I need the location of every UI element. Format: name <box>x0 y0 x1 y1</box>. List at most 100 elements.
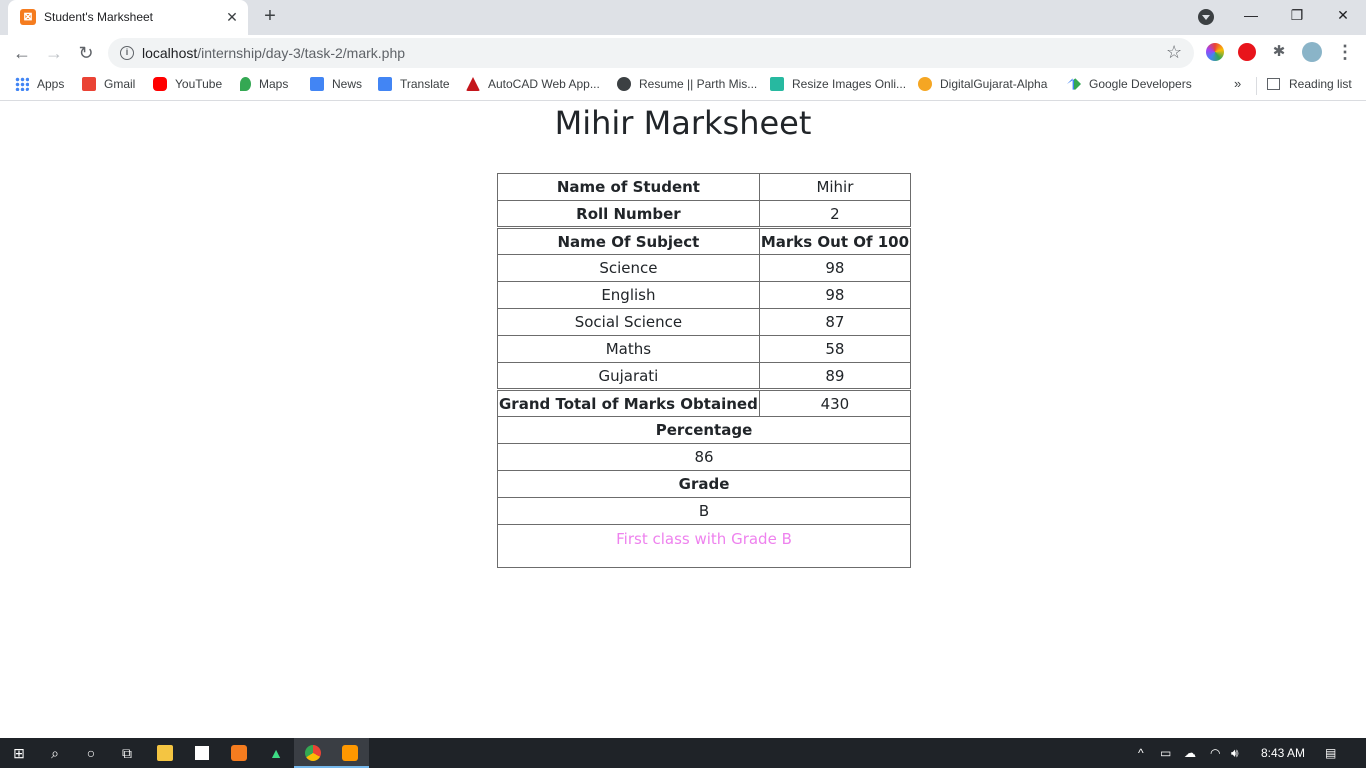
cortana-circle-icon: ○ <box>86 745 96 761</box>
volume-icon[interactable]: 🔊︎ <box>1231 745 1239 761</box>
bookmark-resume[interactable]: Resume || Parth Mis... <box>617 76 757 96</box>
bookmark-gmail[interactable]: Gmail <box>82 76 135 96</box>
bookmark-digitalgujarat[interactable]: DigitalGujarat-Alpha <box>918 76 1047 96</box>
chrome-icon <box>305 745 321 761</box>
show-hidden-icons-chevron-icon[interactable]: ^ <box>1138 745 1144 761</box>
bookmark-label: Google Developers <box>1089 77 1192 91</box>
grade-value: B <box>496 497 912 525</box>
tab-search-icon[interactable] <box>1198 9 1214 25</box>
bookmark-label: Resume || Parth Mis... <box>639 77 758 91</box>
file-explorer-button[interactable] <box>146 738 184 768</box>
bookmark-autocad[interactable]: AutoCAD Web App... <box>466 76 600 96</box>
subject-marks: 87 <box>758 308 912 336</box>
bookmark-news[interactable]: News <box>310 76 362 96</box>
bookmark-label: Translate <box>400 77 450 91</box>
back-arrow-icon[interactable]: ← <box>8 39 36 67</box>
more-bookmarks-chevron-icon[interactable]: » <box>1234 76 1241 91</box>
adblock-extension-icon[interactable] <box>1238 43 1256 61</box>
bookmark-resize-images[interactable]: Resize Images Onli... <box>770 76 906 96</box>
task-view-icon: ⧉ <box>122 745 132 761</box>
bookmark-label: Resize Images Onli... <box>792 77 907 91</box>
gmail-icon <box>82 77 96 91</box>
percentage-label: Percentage <box>496 416 912 444</box>
globe-icon <box>617 77 631 91</box>
windows-logo-icon: ⊞ <box>13 745 25 761</box>
bookmark-label: Gmail <box>104 77 136 91</box>
table-row: Gujarati 89 <box>497 362 912 390</box>
table-row: Science 98 <box>497 254 912 282</box>
table-header-row: Name Of Subject Marks Out Of 100 <box>497 226 912 255</box>
subject-name: English <box>497 281 760 309</box>
grand-total-label: Grand Total of Marks Obtained <box>497 388 760 417</box>
sublime-icon <box>342 745 358 761</box>
grade-label: Grade <box>496 470 912 498</box>
bookmark-google-developers[interactable]: Google Developers <box>1067 76 1192 96</box>
bookmarks-divider <box>1256 77 1257 95</box>
address-bar[interactable]: i localhost/internship/day-3/task-2/mark… <box>108 38 1194 68</box>
bookmark-label: Maps <box>259 77 289 91</box>
subject-name: Science <box>497 254 760 282</box>
bookmarks-bar: Apps Gmail YouTube Maps News Translate A… <box>0 70 1366 101</box>
subject-marks: 98 <box>758 254 912 282</box>
url-path: /internship/day-3/task-2/mark.php <box>197 45 406 61</box>
table-row: Social Science 87 <box>497 308 912 336</box>
autocad-icon <box>466 77 480 91</box>
subject-column-header: Name Of Subject <box>497 226 760 255</box>
color-extension-icon[interactable] <box>1206 43 1224 61</box>
apps-grid-icon <box>15 77 29 91</box>
page-content: Mihir Marksheet Name of Student Mihir Ro… <box>0 102 1366 738</box>
clock-time[interactable]: 8:43 AM <box>1261 745 1305 761</box>
android-studio-button[interactable]: ▲ <box>257 738 295 768</box>
maps-pin-icon <box>240 77 251 91</box>
minimize-button[interactable]: — <box>1228 0 1274 30</box>
tab-close-icon[interactable]: ✕ <box>222 7 242 27</box>
extensions-puzzle-icon[interactable]: ✱ <box>1270 43 1288 61</box>
cortana-button[interactable]: ○ <box>72 738 110 768</box>
tab-title: Student's Marksheet <box>44 10 154 24</box>
wifi-icon[interactable]: ◠ <box>1210 745 1220 761</box>
bookmark-label: DigitalGujarat-Alpha <box>940 77 1048 91</box>
xampp-button[interactable] <box>220 738 258 768</box>
task-view-button[interactable]: ⧉ <box>108 738 146 768</box>
close-window-button[interactable]: ✕ <box>1320 0 1366 30</box>
table-row: English 98 <box>497 281 912 309</box>
bookmark-star-icon[interactable]: ☆ <box>1166 42 1182 63</box>
store-button[interactable] <box>183 738 221 768</box>
onedrive-cloud-icon[interactable]: ☁ <box>1184 745 1196 761</box>
restore-button[interactable]: ❐ <box>1274 0 1320 30</box>
chrome-button[interactable] <box>294 738 332 768</box>
bookmark-apps[interactable]: Apps <box>15 76 64 96</box>
chrome-menu-icon[interactable]: ⋮ <box>1336 41 1354 63</box>
forward-arrow-icon[interactable]: → <box>40 39 68 67</box>
browser-tab[interactable]: ⊠ Student's Marksheet ✕ <box>8 0 248 35</box>
reload-icon[interactable]: ↻ <box>72 39 100 67</box>
url-text[interactable]: localhost/internship/day-3/task-2/mark.p… <box>142 45 405 61</box>
store-bag-icon <box>195 746 209 760</box>
new-tab-button[interactable]: + <box>258 5 282 29</box>
bookmark-translate[interactable]: Translate <box>378 76 450 96</box>
sublime-text-button[interactable] <box>331 738 369 768</box>
subject-name: Maths <box>497 335 760 363</box>
battery-icon[interactable]: ▭ <box>1160 745 1171 761</box>
site-info-icon[interactable]: i <box>120 46 134 60</box>
bookmark-label: Apps <box>37 77 65 91</box>
percentage-value: 86 <box>496 443 912 471</box>
bookmark-maps[interactable]: Maps <box>240 76 288 96</box>
url-host: localhost <box>142 45 198 61</box>
roll-number-value: 2 <box>758 200 912 228</box>
bookmark-youtube[interactable]: YouTube <box>153 76 222 96</box>
start-button[interactable]: ⊞ <box>0 738 38 768</box>
news-icon <box>310 77 324 91</box>
bookmark-label: YouTube <box>175 77 223 91</box>
table-row: B <box>496 497 912 525</box>
table-row: Maths 58 <box>497 335 912 363</box>
reading-list-button[interactable]: Reading list <box>1267 76 1352 92</box>
table-row: Percentage <box>496 416 912 444</box>
search-button[interactable]: ⌕ <box>36 738 74 768</box>
table-row: Name of Student Mihir <box>497 173 912 201</box>
digitalgujarat-icon <box>918 77 932 91</box>
profile-avatar[interactable] <box>1302 42 1322 62</box>
bookmark-label: News <box>332 77 363 91</box>
notifications-icon[interactable]: ▤ <box>1325 745 1336 761</box>
roll-number-label: Roll Number <box>497 200 760 228</box>
